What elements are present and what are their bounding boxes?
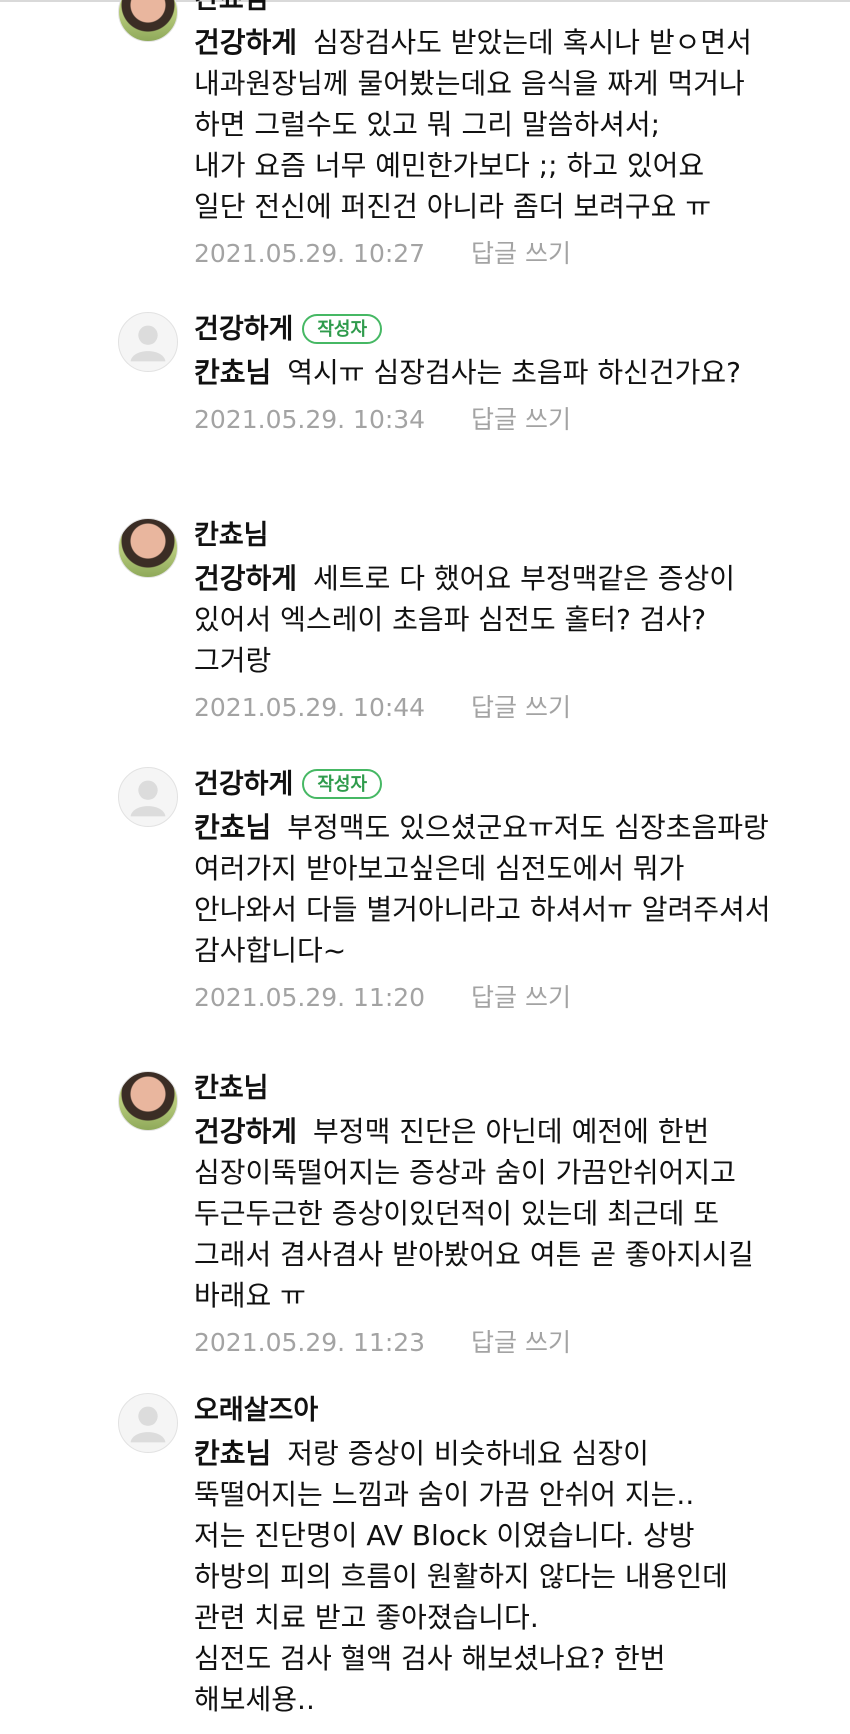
comment-date: 2021.05.29. 10:34	[194, 405, 426, 434]
mention-name[interactable]: 건강하게	[194, 26, 297, 59]
reply-link[interactable]: 답글 쓰기	[471, 693, 571, 722]
comment-text: 저랑 증상이 비슷하네요 심장이 뚝떨어지는 느낌과 숨이 가끔 안쉬어 지는.…	[194, 1437, 728, 1716]
mention-name[interactable]: 칸쵸님	[194, 1437, 271, 1470]
profile-photo-icon[interactable]	[118, 1071, 178, 1131]
user-silhouette-icon	[130, 780, 166, 817]
comment-author-row: 칸쵸님	[194, 0, 774, 18]
reply-link[interactable]: 답글 쓰기	[471, 1328, 571, 1357]
comment-author[interactable]: 오래살즈아	[194, 1395, 318, 1426]
comment-author[interactable]: 칸쵸님	[194, 0, 269, 15]
reply-link[interactable]: 답글 쓰기	[471, 405, 571, 434]
user-silhouette-icon	[130, 1406, 166, 1443]
comment-list: 칸쵸님 건강하게심장검사도 받았는데 혹시나 받ㅇ면서 내과원장님께 물어봤는데…	[0, 0, 850, 1734]
comment-body: 칸쵸님 저랑 증상이 비슷하네요 심장이 뚝떨어지는 느낌과 숨이 가끔 안쉬어 …	[194, 1433, 774, 1720]
comment-author[interactable]: 건강하게	[194, 314, 293, 345]
default-profile-icon[interactable]	[118, 767, 178, 827]
comment-body: 건강하게 세트로 다 했어요 부정맥같은 증상이 있어서 엑스레이 초음파 심전도…	[194, 558, 774, 681]
comment-author-row: 건강하게 작성자	[194, 767, 774, 803]
default-profile-icon[interactable]	[118, 312, 178, 372]
profile-photo-icon[interactable]	[118, 518, 178, 578]
comment-date: 2021.05.29. 10:27	[194, 239, 426, 268]
comment-author-row: 건강하게 작성자	[194, 312, 774, 348]
comment-body: 칸쵸님 역시ㅠ 심장검사는 초음파 하신건가요?	[194, 352, 774, 393]
comment-date: 2021.05.29. 10:44	[194, 693, 426, 722]
comment-author[interactable]: 건강하게	[194, 769, 293, 800]
comment-body: 건강하게 부정맥 진단은 아닌데 예전에 한번 심장이뚝떨어지는 증상과 숨이 가…	[194, 1111, 774, 1316]
comment-author-row: 칸쵸님	[194, 1071, 774, 1107]
comment-date: 2021.05.29. 11:20	[194, 983, 426, 1012]
comment-author[interactable]: 칸쵸님	[194, 520, 269, 551]
comment-body: 건강하게 심장검사도 받았는데 혹시나 받ㅇ면서 내과원장님께 물어봤는데요 음식…	[194, 22, 774, 227]
mention-name[interactable]: 건강하게	[194, 562, 297, 595]
comment-body: 칸쵸님 부정맥도 있으셨군요ㅠ저도 심장초음파랑 여러가지 받아보고싶은데 심전도…	[194, 807, 774, 971]
comment-author-row: 오래살즈아	[194, 1393, 774, 1429]
reply-link[interactable]: 답글 쓰기	[471, 983, 571, 1012]
comment-meta: 2021.05.29. 10:34 답글 쓰기	[194, 403, 774, 437]
mention-name[interactable]: 칸쵸님	[194, 811, 271, 844]
mention-name[interactable]: 건강하게	[194, 1115, 297, 1148]
comment-meta: 2021.05.29. 10:44 답글 쓰기	[194, 691, 774, 725]
author-badge: 작성자	[302, 769, 383, 799]
comment-author[interactable]: 칸쵸님	[194, 1073, 269, 1104]
comment-text: 역시ㅠ 심장검사는 초음파 하신건가요?	[287, 356, 742, 389]
reply-link[interactable]: 답글 쓰기	[471, 239, 571, 268]
comment-meta: 2021.05.29. 11:23 답글 쓰기	[194, 1326, 774, 1360]
comment-date: 2021.05.29. 11:23	[194, 1328, 426, 1357]
author-badge: 작성자	[302, 314, 383, 344]
comment-author-row: 칸쵸님	[194, 518, 774, 554]
mention-name[interactable]: 칸쵸님	[194, 356, 271, 389]
user-silhouette-icon	[130, 325, 166, 362]
comment-meta: 2021.05.29. 11:20 답글 쓰기	[194, 981, 774, 1015]
profile-photo-icon[interactable]	[118, 0, 178, 42]
default-profile-icon[interactable]	[118, 1393, 178, 1453]
comment-text: 부정맥도 있으셨군요ㅠ저도 심장초음파랑 여러가지 받아보고싶은데 심전도에서 …	[194, 811, 780, 967]
comment-meta: 2021.05.29. 10:27 답글 쓰기	[194, 237, 774, 271]
